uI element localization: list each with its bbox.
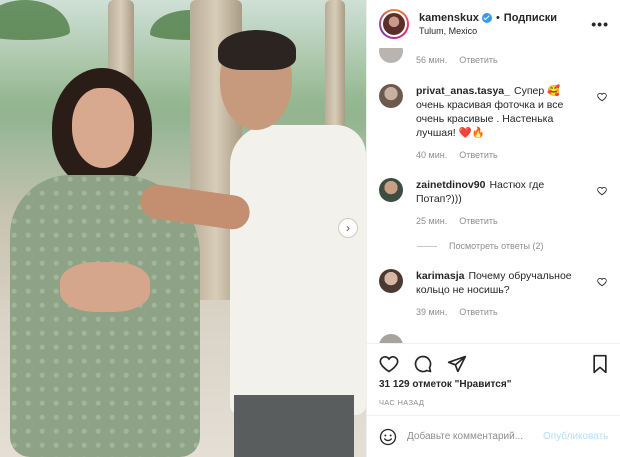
man-shorts [234,395,354,457]
reply-button[interactable]: Ответить [459,148,497,162]
commenter-avatar[interactable] [379,269,403,293]
share-icon[interactable] [447,354,467,374]
likes-count[interactable]: 31 129 отметок "Нравится" [379,379,511,390]
reply-button[interactable]: Ответить [459,305,497,319]
reply-button[interactable]: Ответить [459,55,497,65]
heart-icon[interactable] [379,354,399,374]
author-avatar[interactable] [379,9,409,39]
post-actions: 31 129 отметок "Нравится" ЧАС НАЗАД [367,343,620,415]
view-replies-button[interactable]: Посмотреть ответы (2) [417,241,544,251]
add-comment-bar: Опубликовать [367,415,620,457]
verified-badge-icon [481,13,492,23]
man-shirt [230,125,366,415]
post-photo[interactable]: › [0,0,366,457]
following-button[interactable]: Подписки [504,12,557,24]
heart-icon[interactable] [597,277,607,287]
heart-icon[interactable] [597,92,607,102]
bookmark-icon[interactable] [591,354,609,374]
woman-belly [60,262,150,312]
commenter-avatar[interactable] [379,48,403,63]
man-hair [218,30,296,70]
commenter-avatar[interactable] [379,334,403,343]
comment-time: 39 мин. [416,307,448,317]
comment-icon[interactable] [413,354,433,374]
chevron-right-icon: › [346,221,350,235]
separator-dot: • [495,12,500,24]
comment-time: 40 мин. [416,150,448,160]
woman-face [72,88,134,168]
reply-button[interactable]: Ответить [459,214,497,228]
post-side-panel: kamenskux • Подписки Tulum, Mexico ••• 5… [366,0,620,457]
comment-input[interactable] [407,431,537,442]
post-time: ЧАС НАЗАД [379,398,425,407]
heart-icon[interactable] [597,186,607,196]
commenter-avatar[interactable] [379,84,403,108]
commenter-username[interactable]: karimasja [416,270,464,282]
comments-list: 56 мин. Ответить privat_anas.tasya_ Супер… [367,48,620,343]
more-options-icon[interactable]: ••• [591,16,609,32]
commenter-username[interactable]: zainetdinov90 [416,179,485,191]
view-replies-label: Посмотреть ответы (2) [449,241,544,251]
commenter-avatar[interactable] [379,178,403,202]
post-location[interactable]: Tulum, Mexico [419,26,557,36]
palm-trunk [325,0,345,130]
replies-divider [417,245,437,247]
emoji-icon[interactable] [379,428,397,446]
commenter-username[interactable]: privat_anas.tasya_ [416,85,510,97]
comment-time: 56 мин. [416,55,448,65]
post-header: kamenskux • Подписки Tulum, Mexico ••• [367,0,620,48]
publish-button[interactable]: Опубликовать [543,431,608,442]
author-username[interactable]: kamenskux [419,12,479,24]
carousel-next-button[interactable]: › [338,218,358,238]
comment-time: 25 мин. [416,216,448,226]
